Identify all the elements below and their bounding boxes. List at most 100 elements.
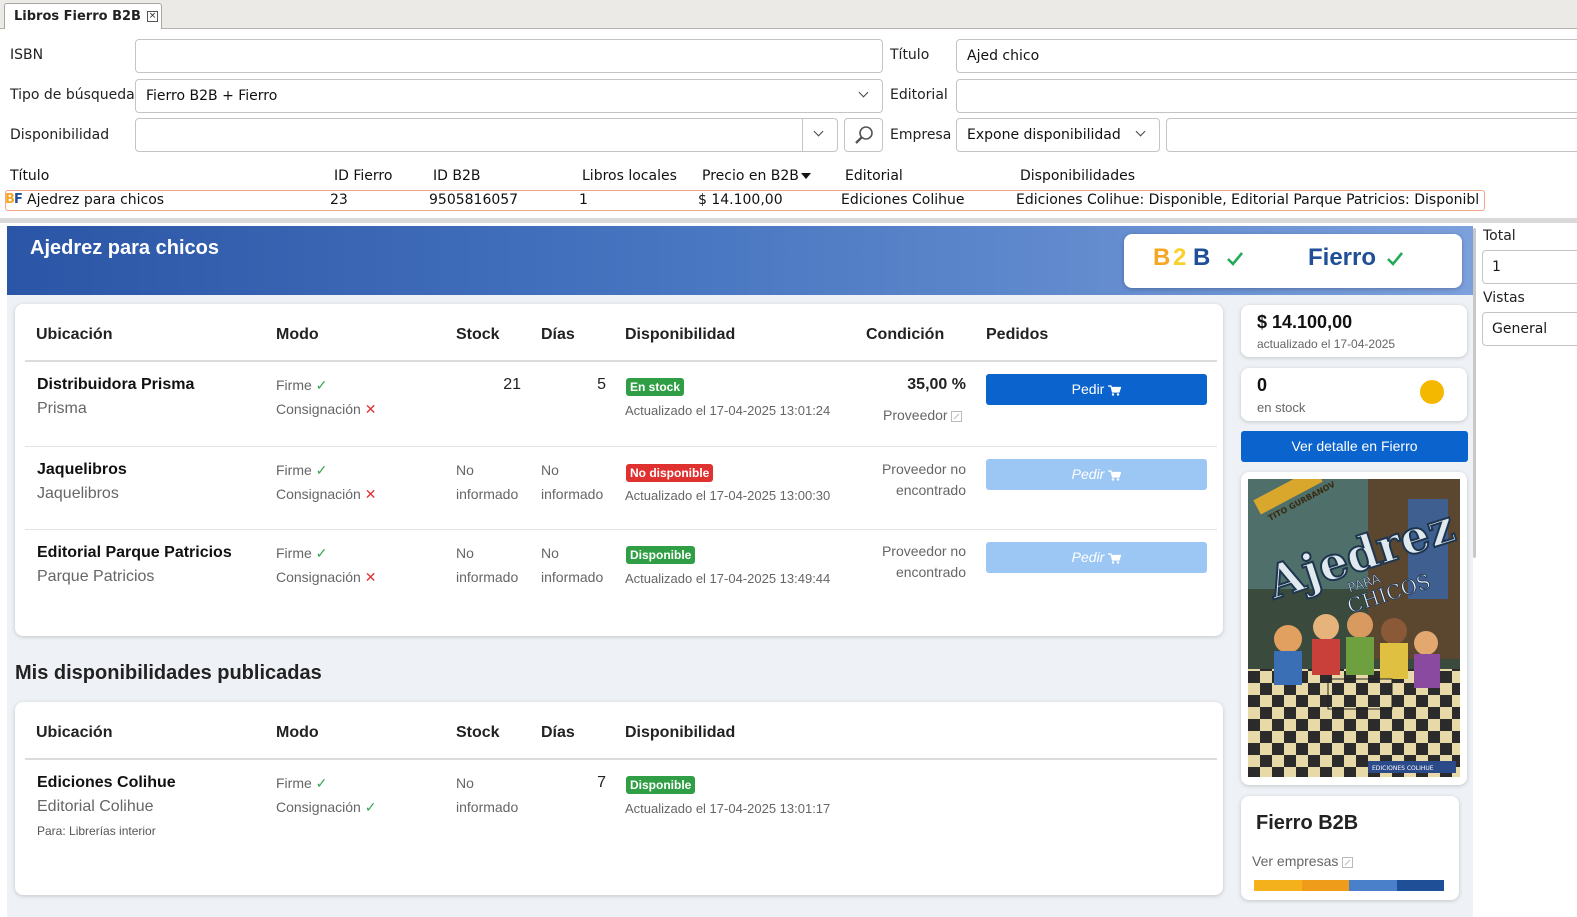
price-updated: actualizado el 17-04-2025 [1257, 337, 1396, 351]
cell-precio: $ 14.100,00 [698, 192, 783, 208]
app-window: Libros Fierro B2B × ISBN Título Ajed chi… [0, 0, 1577, 917]
stock-count: 0 [1257, 375, 1268, 395]
col-dias: Días [541, 326, 575, 343]
brand-color-bar [1254, 880, 1444, 891]
tab-libros-fierro-b2b[interactable]: Libros Fierro B2B × [4, 3, 162, 29]
scrollbar[interactable] [1473, 228, 1476, 558]
vistas-label: Vistas [1483, 290, 1525, 306]
total-field: 1 [1482, 250, 1577, 284]
location-short: Jaquelibros [37, 485, 119, 502]
updated-text: Actualizado el 17-04-2025 13:49:44 [625, 571, 831, 586]
col-editorial[interactable]: Editorial [845, 168, 903, 184]
proveedor-link[interactable]: Proveedor [883, 407, 963, 423]
b2b-logo-b1: B [1153, 244, 1171, 271]
external-link-icon [951, 410, 963, 422]
empresa-select[interactable]: Expone disponibilidad [956, 118, 1160, 152]
pedir-button[interactable]: Pedir [986, 374, 1207, 405]
col-ubicacion: Ubicación [36, 724, 113, 741]
check-icon: ✓ [364, 799, 377, 815]
close-icon[interactable]: × [147, 11, 158, 22]
fierro-source-icon: F [14, 192, 23, 207]
cell-libros-locales: 1 [579, 192, 588, 208]
check-icon: ✓ [315, 545, 328, 561]
cell-id-b2b: 9505816057 [429, 192, 519, 208]
detail-panel: Ajedrez para chicos B 2 B Fierro Ubicaci… [7, 226, 1473, 917]
check-icon: ✓ [315, 462, 328, 478]
stock-informado: informado [456, 486, 519, 502]
stock-informado: informado [456, 569, 519, 585]
tipo-busqueda-label: Tipo de búsqueda [10, 87, 135, 103]
status-badge: Disponible [626, 546, 696, 564]
stock-label: en stock [1257, 400, 1306, 415]
detail-header: Ajedrez para chicos B 2 B Fierro [7, 226, 1473, 295]
cell-editorial: Ediciones Colihue [841, 192, 965, 208]
col-libros-locales[interactable]: Libros locales [582, 168, 677, 184]
dias-no: No [541, 545, 559, 561]
location-short: Editorial Colihue [37, 798, 154, 815]
updated-text: Actualizado el 17-04-2025 13:00:30 [625, 488, 831, 503]
editorial-label: Editorial [890, 87, 948, 103]
location-name: Jaquelibros [37, 461, 127, 478]
stock-no: No [456, 545, 474, 561]
availability-card: Ubicación Modo Stock Días Disponibilidad… [15, 304, 1223, 636]
b2b-logo-b2: B [1193, 244, 1211, 271]
col-titulo[interactable]: Título [10, 168, 49, 184]
location-name: Distribuidora Prisma [37, 376, 195, 393]
fierro-b2b-card: Fierro B2B Ver empresas [1241, 796, 1459, 900]
dias-value: 7 [597, 774, 606, 791]
dias-informado: informado [541, 486, 604, 502]
titulo-label: Título [890, 47, 930, 63]
mode-firme: Firme ✓ [276, 377, 328, 393]
cover-publisher: EDICIONES COLIHUE [1372, 765, 1434, 772]
disponibilidad-label: Disponibilidad [10, 127, 110, 143]
cell-id-fierro: 23 [330, 192, 348, 208]
mode-consignacion: Consignación ✓ [276, 799, 377, 815]
ver-detalle-button[interactable]: Ver detalle en Fierro [1241, 431, 1468, 462]
cell-titulo: Ajedrez para chicos [27, 192, 165, 208]
col-disponibilidad: Disponibilidad [625, 724, 736, 741]
col-disponibilidad: Disponibilidad [625, 326, 736, 343]
editorial-input[interactable] [956, 79, 1577, 113]
stock-informado: informado [456, 799, 519, 815]
sort-desc-icon[interactable] [801, 172, 812, 180]
disponibilidad-select[interactable] [135, 118, 838, 152]
para-text: Para: Librerías interior [37, 824, 156, 838]
vistas-select[interactable]: General [1482, 312, 1577, 346]
col-disponibilidades[interactable]: Disponibilidades [1020, 168, 1135, 184]
check-icon: ✓ [315, 775, 328, 791]
published-card: Ubicación Modo Stock Días Disponibilidad… [15, 702, 1223, 895]
isbn-input[interactable] [135, 39, 883, 73]
cover-card: TITO GURBANOV Ajedrez PARA CHICOS EDICIO… [1241, 472, 1467, 785]
check-icon: ✓ [315, 377, 328, 393]
stock-no: No [456, 775, 474, 791]
col-pedidos: Pedidos [986, 326, 1049, 343]
col-condicion: Condición [866, 326, 945, 343]
dias-informado: informado [541, 569, 604, 585]
source-logos: B 2 B Fierro [1124, 234, 1462, 288]
empresa-extra-input[interactable] [1166, 118, 1577, 152]
col-modo: Modo [276, 724, 319, 741]
pedir-button-disabled[interactable]: Pedir [986, 542, 1207, 573]
col-id-b2b[interactable]: ID B2B [433, 168, 480, 184]
status-badge: En stock [626, 378, 685, 396]
location-short: Parque Patricios [37, 568, 155, 585]
select-divider [802, 119, 803, 151]
splitter[interactable] [0, 218, 1577, 223]
tab-label: Libros Fierro B2B [14, 9, 141, 24]
mode-consignacion: Consignación ✕ [276, 401, 377, 417]
col-precio-b2b[interactable]: Precio en B2B [702, 168, 799, 184]
cross-icon: ✕ [364, 486, 377, 502]
tipo-busqueda-select[interactable]: Fierro B2B + Fierro [135, 79, 883, 113]
pedir-button-disabled[interactable]: Pedir [986, 459, 1207, 490]
col-modo: Modo [276, 326, 319, 343]
cross-icon: ✕ [364, 569, 377, 585]
stock-status-dot [1420, 380, 1444, 404]
search-button[interactable] [844, 118, 883, 152]
condition-line2: encontrado [895, 564, 966, 580]
col-id-fierro[interactable]: ID Fierro [334, 168, 392, 184]
ver-empresas-link[interactable]: Ver empresas [1252, 853, 1354, 869]
divider [25, 446, 1217, 447]
titulo-input[interactable]: Ajed chico [956, 39, 1577, 73]
dias-value: 5 [597, 376, 606, 393]
updated-text: Actualizado el 17-04-2025 13:01:17 [625, 801, 831, 816]
